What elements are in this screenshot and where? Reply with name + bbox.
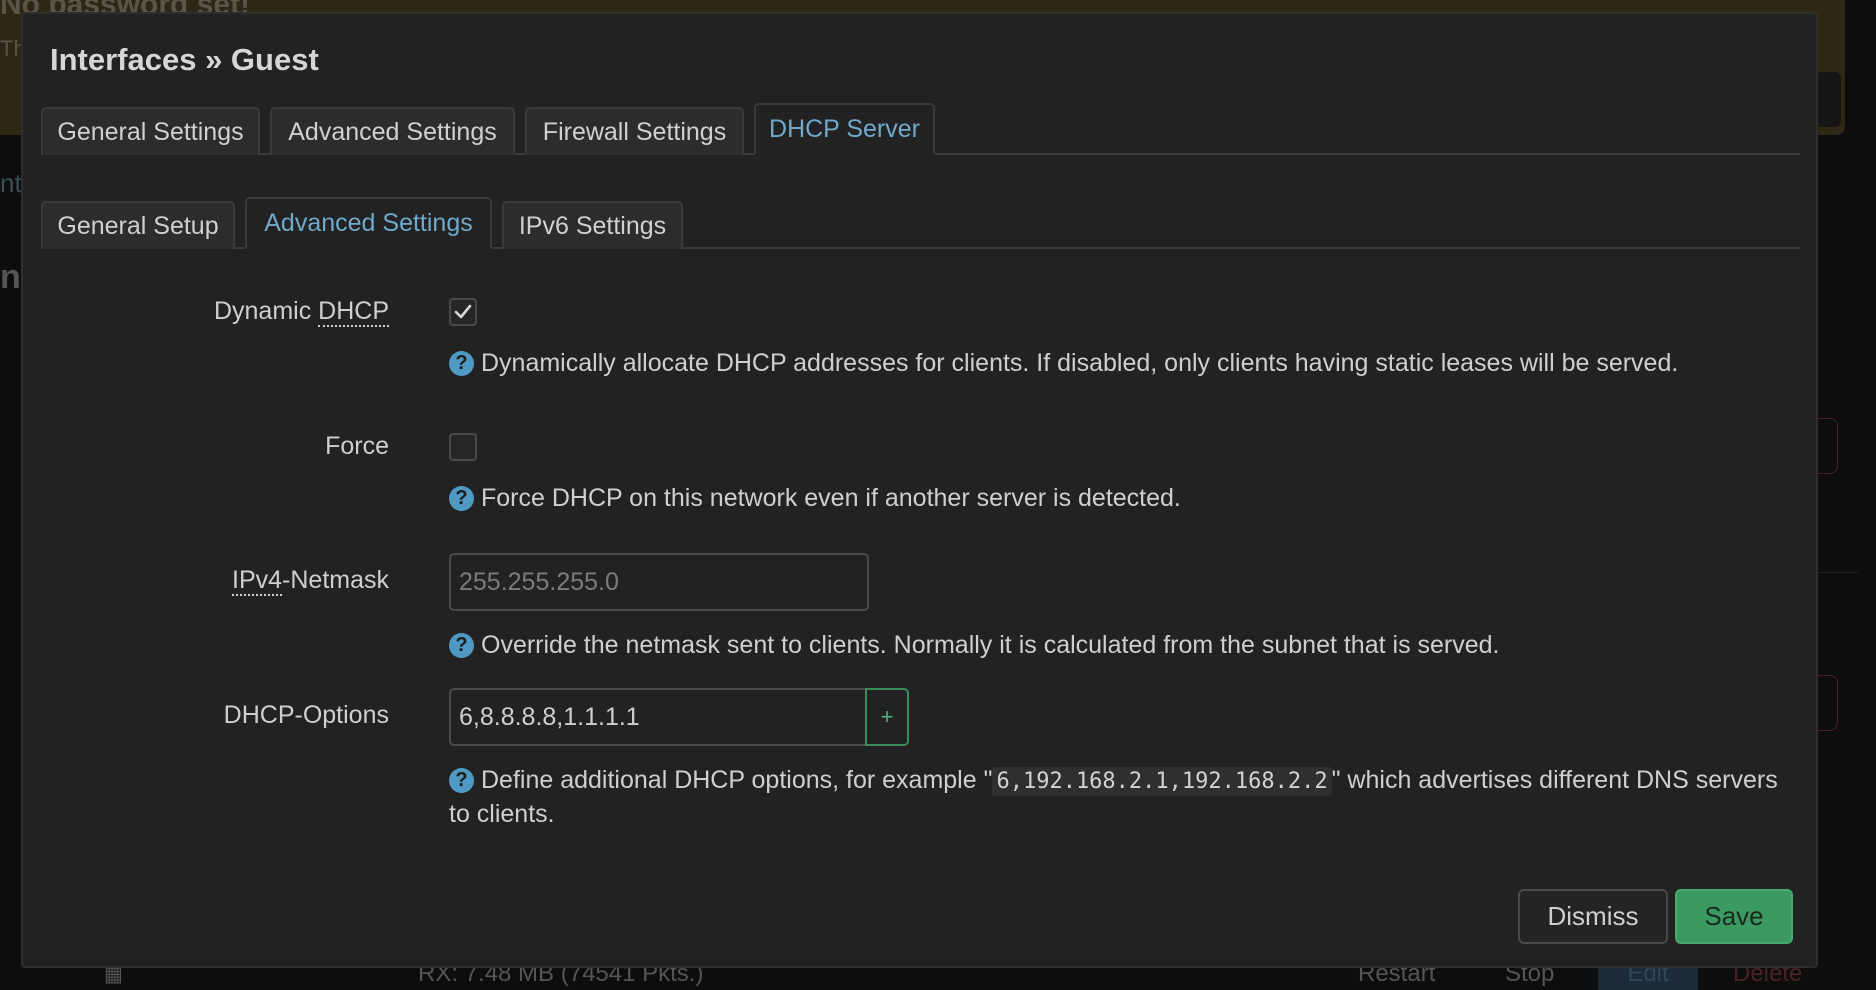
help-text: Override the netmask sent to clients. No…: [481, 631, 1500, 659]
plus-icon: +: [880, 704, 894, 729]
dhcp-options-help: ? Define additional DHCP options, for exa…: [449, 764, 1779, 830]
help-icon: ?: [449, 633, 474, 658]
tab-firewall-settings[interactable]: Firewall Settings: [525, 107, 744, 155]
interface-modal: Interfaces » Guest General Settings Adva…: [21, 12, 1818, 968]
tab-general-settings[interactable]: General Settings: [41, 107, 260, 155]
subtab-general-setup[interactable]: General Setup: [41, 201, 235, 249]
bg-side-text: nt: [0, 168, 22, 198]
netmask-help: ? Override the netmask sent to clients. N…: [449, 629, 1779, 661]
subtab-ipv6-settings[interactable]: IPv6 Settings: [502, 201, 683, 249]
ipv4-abbr: IPv4: [232, 566, 283, 596]
bg-delete-button: [1815, 418, 1838, 474]
label-text: -Netmask: [282, 566, 389, 594]
subtab-advanced-settings[interactable]: Advanced Settings: [245, 197, 492, 249]
force-help: ? Force DHCP on this network even if anot…: [449, 482, 1779, 514]
checkmark-icon: [454, 304, 472, 319]
dynamic-dhcp-checkbox[interactable]: [449, 298, 477, 326]
dynamic-dhcp-label: Dynamic DHCP: [213, 297, 389, 327]
add-option-button[interactable]: +: [865, 688, 909, 746]
netmask-label: IPv4-Netmask: [232, 566, 389, 596]
help-text: Dynamically allocate DHCP addresses for …: [481, 349, 1679, 377]
help-text-before: Define additional DHCP options, for exam…: [481, 766, 993, 794]
dhcp-options-label: DHCP-Options: [223, 701, 389, 729]
force-label: Force: [325, 432, 389, 460]
modal-title: Interfaces » Guest: [50, 42, 319, 77]
help-icon: ?: [449, 351, 474, 376]
bg-delete-button: [1815, 675, 1838, 731]
dismiss-button[interactable]: Dismiss: [1518, 889, 1668, 944]
help-icon: ?: [449, 486, 474, 511]
help-icon: ?: [449, 768, 474, 793]
force-checkbox[interactable]: [449, 433, 477, 461]
main-tabs: General Settings Advanced Settings Firew…: [41, 103, 1800, 155]
label-text: Dynamic: [213, 297, 319, 325]
tab-dhcp-server[interactable]: DHCP Server: [754, 103, 935, 155]
help-text: Force DHCP on this network even if anoth…: [481, 484, 1181, 512]
bg-interface-row: ▦ RX: 7.48 MB (74541 Pkts.) Restart Stop…: [0, 960, 1876, 990]
banner-button: [1815, 72, 1841, 127]
example-code: 6,192.168.2.1,192.168.2.2: [992, 767, 1332, 796]
dhcp-abbr: DHCP: [318, 297, 389, 327]
dhcp-subtabs: General Setup Advanced Settings IPv6 Set…: [41, 197, 1800, 249]
netmask-input[interactable]: [449, 553, 869, 611]
bg-divider: [1818, 572, 1858, 573]
dhcp-options-input[interactable]: [449, 688, 867, 746]
save-button[interactable]: Save: [1675, 889, 1793, 944]
tab-advanced-settings[interactable]: Advanced Settings: [270, 107, 515, 155]
dynamic-dhcp-help: ? Dynamically allocate DHCP addresses for…: [449, 347, 1779, 379]
